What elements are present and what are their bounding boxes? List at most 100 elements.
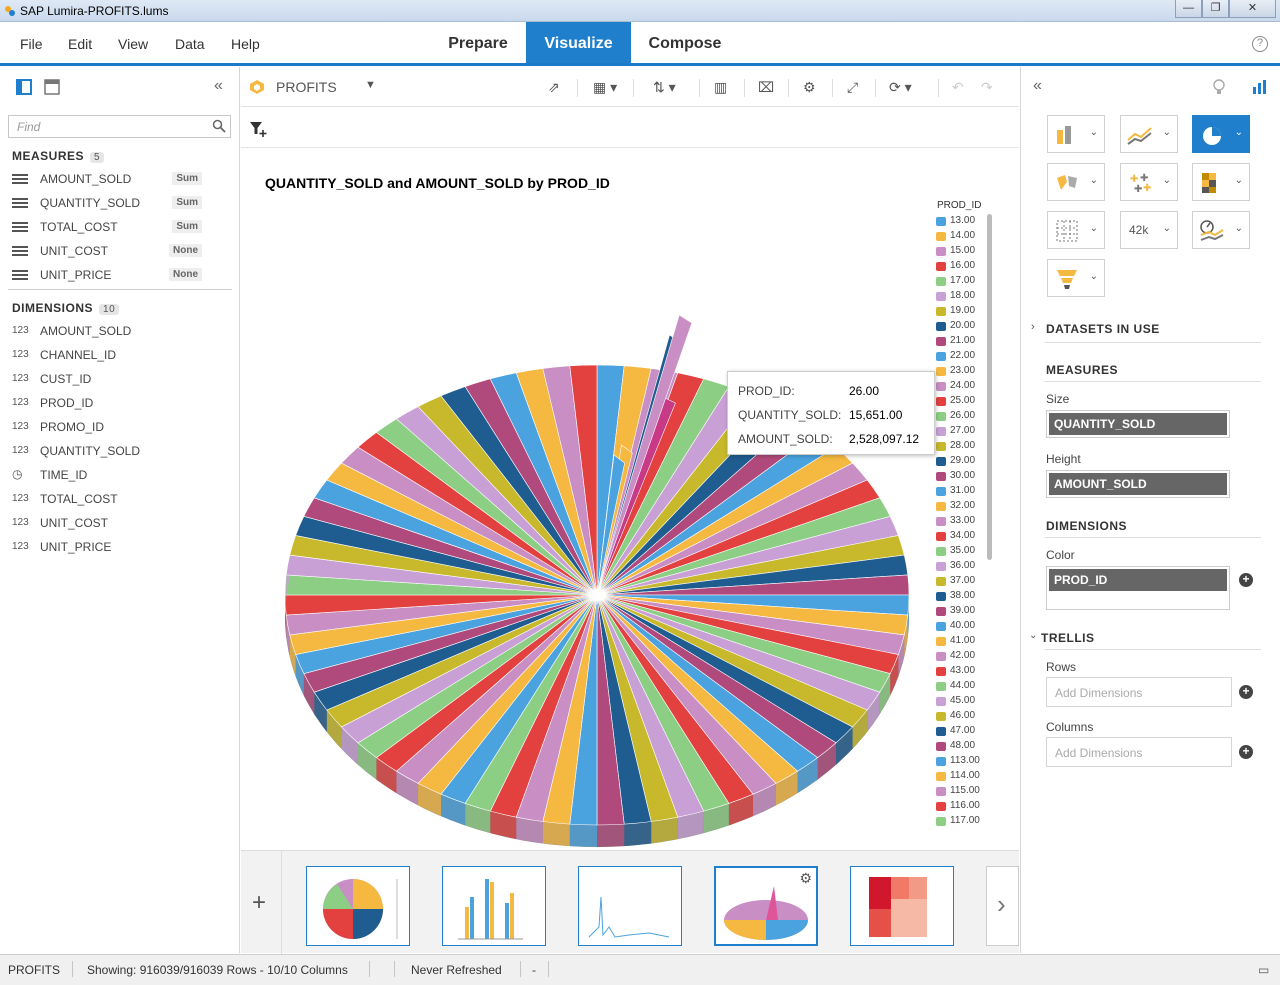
sort-icon[interactable]: ⇅ ▾ bbox=[653, 79, 676, 97]
height-field[interactable]: AMOUNT_SOLD bbox=[1046, 470, 1230, 498]
dimension-item[interactable]: 123 UNIT_PRICE bbox=[0, 535, 230, 559]
legend-item[interactable]: 37.00 bbox=[936, 575, 996, 590]
aggregation-badge[interactable]: Sum bbox=[172, 172, 202, 185]
legend-item[interactable]: 46.00 bbox=[936, 710, 996, 725]
rows-drop-field[interactable]: Add Dimensions bbox=[1046, 677, 1232, 707]
dimension-item[interactable]: 123 CUST_ID bbox=[0, 367, 230, 391]
numeric-point-button[interactable]: 42k ⌄ bbox=[1120, 211, 1178, 249]
legend-item[interactable]: 48.00 bbox=[936, 740, 996, 755]
tab-compose[interactable]: Compose bbox=[634, 22, 736, 63]
menu-view[interactable]: View bbox=[118, 36, 148, 52]
refresh-icon[interactable]: ⟳ ▾ bbox=[889, 79, 912, 97]
legend-item[interactable]: 114.00 bbox=[936, 770, 996, 785]
size-field[interactable]: QUANTITY_SOLD bbox=[1046, 410, 1230, 438]
add-row-dimension-icon[interactable]: + bbox=[1239, 685, 1253, 699]
chevron-right-icon[interactable]: › bbox=[1031, 321, 1035, 333]
dimension-item[interactable]: 123 AMOUNT_SOLD bbox=[0, 319, 230, 343]
aggregation-badge[interactable]: None bbox=[169, 244, 202, 257]
maximize-button[interactable]: ❐ bbox=[1202, 0, 1229, 18]
add-column-dimension-icon[interactable]: + bbox=[1239, 745, 1253, 759]
legend-item[interactable]: 42.00 bbox=[936, 650, 996, 665]
funnel-chart-button[interactable]: ⌄ bbox=[1047, 259, 1105, 297]
share-icon[interactable]: ⇗ bbox=[548, 79, 560, 97]
legend-item[interactable]: 38.00 bbox=[936, 590, 996, 605]
undo-icon[interactable]: ↶ bbox=[952, 79, 964, 97]
legend-item[interactable]: 113.00 bbox=[936, 755, 996, 770]
panel-window-icon[interactable] bbox=[44, 79, 60, 95]
chevron-down-icon[interactable]: ⌄ bbox=[1029, 630, 1037, 641]
find-input[interactable]: Find bbox=[8, 115, 231, 138]
pie-chart-button[interactable]: ⌄ bbox=[1192, 115, 1250, 153]
measure-item[interactable]: TOTAL_COST Sum bbox=[0, 215, 230, 239]
add-filter-icon[interactable] bbox=[249, 120, 267, 138]
legend-item[interactable]: 36.00 bbox=[936, 560, 996, 575]
collapse-left-icon[interactable]: « bbox=[214, 77, 223, 95]
minimize-button[interactable]: — bbox=[1175, 0, 1202, 18]
lightbulb-icon[interactable] bbox=[1212, 79, 1226, 95]
tab-prepare[interactable]: Prepare bbox=[432, 22, 524, 63]
dataset-name[interactable]: PROFITS bbox=[276, 79, 337, 95]
dimension-item[interactable]: 123 QUANTITY_SOLD bbox=[0, 439, 230, 463]
add-visualization-icon[interactable]: + bbox=[252, 889, 266, 917]
thumbnail-treemap[interactable] bbox=[850, 866, 954, 946]
chart-builder-icon[interactable] bbox=[1252, 79, 1268, 95]
settings-icon[interactable]: ⚙ bbox=[803, 79, 816, 97]
redo-icon[interactable]: ↷ bbox=[981, 79, 993, 97]
collapse-right-icon[interactable]: « bbox=[1033, 77, 1042, 95]
color-field[interactable]: PROD_ID bbox=[1046, 566, 1230, 610]
legend-item[interactable]: 39.00 bbox=[936, 605, 996, 620]
trellis-header[interactable]: TRELLIS bbox=[1041, 631, 1095, 645]
dimension-item[interactable]: ◷ TIME_ID bbox=[0, 463, 230, 487]
line-chart-button[interactable]: ⌄ bbox=[1120, 115, 1178, 153]
fullscreen-icon[interactable]: ⤢ bbox=[847, 79, 858, 97]
thumbnail-line[interactable] bbox=[578, 866, 682, 946]
thumbnail-pie[interactable] bbox=[306, 866, 410, 946]
tab-visualize[interactable]: Visualize bbox=[526, 22, 631, 63]
legend-item[interactable]: 115.00 bbox=[936, 785, 996, 800]
next-thumbnails-button[interactable]: › bbox=[986, 866, 1019, 946]
dimension-item[interactable]: 123 PROMO_ID bbox=[0, 415, 230, 439]
legend-item[interactable]: 117.00 bbox=[936, 815, 996, 830]
dataset-dropdown-icon[interactable]: ▼ bbox=[365, 79, 376, 91]
thumbnail-settings-icon[interactable]: ⚙ bbox=[799, 870, 812, 887]
legend-item[interactable]: 41.00 bbox=[936, 635, 996, 650]
add-color-icon[interactable]: + bbox=[1239, 573, 1253, 587]
thumbnail-bar[interactable] bbox=[442, 866, 546, 946]
help-icon[interactable]: ? bbox=[1252, 36, 1268, 52]
legend-item[interactable]: 116.00 bbox=[936, 800, 996, 815]
search-icon[interactable] bbox=[212, 119, 226, 133]
comment-icon[interactable]: ▭ bbox=[1258, 963, 1269, 977]
legend-item[interactable]: 43.00 bbox=[936, 665, 996, 680]
dimension-item[interactable]: 123 TOTAL_COST bbox=[0, 487, 230, 511]
datasets-in-use-header[interactable]: DATASETS IN USE bbox=[1046, 322, 1160, 336]
measure-item[interactable]: QUANTITY_SOLD Sum bbox=[0, 191, 230, 215]
rank-icon[interactable]: ▥ bbox=[714, 79, 727, 97]
menu-help[interactable]: Help bbox=[231, 36, 260, 52]
legend-item[interactable]: 47.00 bbox=[936, 725, 996, 740]
dimensions-header[interactable]: DIMENSIONS 10 bbox=[12, 301, 120, 315]
gauge-chart-button[interactable]: ⌄ bbox=[1192, 211, 1250, 249]
measures-header[interactable]: MEASURES 5 bbox=[12, 149, 105, 163]
legend-item[interactable]: 44.00 bbox=[936, 680, 996, 695]
table-button[interactable]: ⌄ bbox=[1047, 211, 1105, 249]
menu-file[interactable]: File bbox=[20, 36, 43, 52]
legend-item[interactable]: 45.00 bbox=[936, 695, 996, 710]
legend-item[interactable]: 40.00 bbox=[936, 620, 996, 635]
thumbnail-current-pie[interactable]: ⚙ bbox=[714, 866, 818, 946]
dimension-item[interactable]: 123 UNIT_COST bbox=[0, 511, 230, 535]
columns-drop-field[interactable]: Add Dimensions bbox=[1046, 737, 1232, 767]
heatmap-button[interactable]: ⌄ bbox=[1192, 163, 1250, 201]
measure-item[interactable]: AMOUNT_SOLD Sum bbox=[0, 167, 230, 191]
pie-chart[interactable] bbox=[241, 149, 931, 849]
dimension-item[interactable]: 123 PROD_ID bbox=[0, 391, 230, 415]
scatter-chart-button[interactable]: ✚ ✚ ✚ ✚ ⌄ bbox=[1120, 163, 1178, 201]
close-button[interactable]: ✕ bbox=[1229, 0, 1276, 18]
aggregation-badge[interactable]: Sum bbox=[172, 196, 202, 209]
menu-data[interactable]: Data bbox=[175, 36, 205, 52]
panel-layout-icon[interactable] bbox=[16, 79, 32, 95]
aggregation-badge[interactable]: Sum bbox=[172, 220, 202, 233]
aggregation-badge[interactable]: None bbox=[169, 268, 202, 281]
measure-item[interactable]: UNIT_COST None bbox=[0, 239, 230, 263]
dimension-item[interactable]: 123 CHANNEL_ID bbox=[0, 343, 230, 367]
clear-chart-icon[interactable]: ⌧ bbox=[758, 79, 774, 97]
